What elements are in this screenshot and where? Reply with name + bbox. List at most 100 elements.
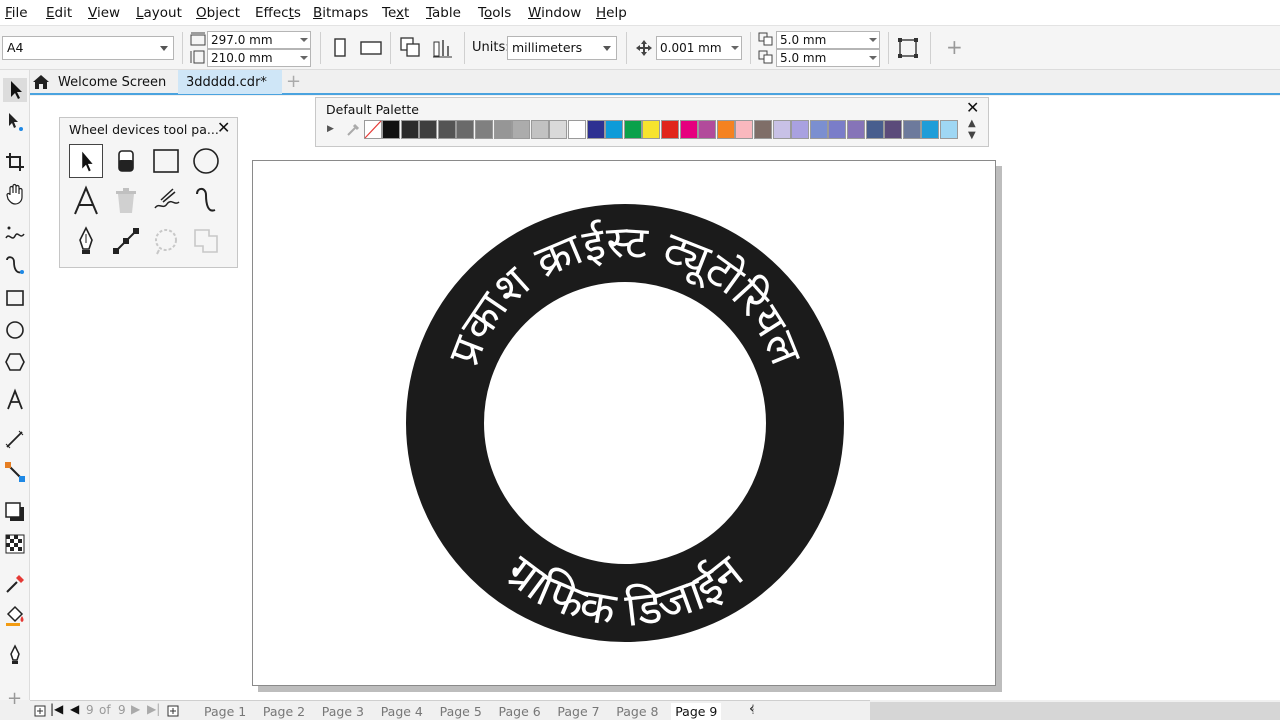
page-tab[interactable]: Page 2 xyxy=(259,703,309,720)
menu-help[interactable]: Help xyxy=(596,5,627,21)
scroll-up-icon[interactable]: ▲ xyxy=(968,118,976,129)
shape-tool-icon[interactable] xyxy=(3,110,27,134)
add-page-before-icon[interactable] xyxy=(34,705,46,717)
color-swatch[interactable] xyxy=(419,120,438,139)
tab-document[interactable]: 3ddddd.cdr* xyxy=(178,70,282,94)
color-swatch[interactable] xyxy=(847,120,865,139)
page-tab[interactable]: Page 7 xyxy=(553,703,603,720)
lasso-icon[interactable] xyxy=(149,224,183,258)
color-swatch[interactable] xyxy=(828,120,847,139)
artwork[interactable]: प्रकाश क्राईस्ट ट्यूटोरियल ग्राफिक डिजाई… xyxy=(253,161,995,685)
color-swatch[interactable] xyxy=(902,120,921,139)
spin-icon[interactable] xyxy=(299,33,309,47)
ellipse-icon[interactable] xyxy=(189,144,223,178)
color-swatch[interactable] xyxy=(940,120,958,139)
new-tab-icon[interactable]: + xyxy=(286,71,301,92)
color-swatch[interactable] xyxy=(605,120,624,139)
page-tab[interactable]: Page 4 xyxy=(377,703,427,720)
portrait-icon[interactable] xyxy=(327,35,353,61)
drop-shadow-tool-icon[interactable] xyxy=(3,500,27,524)
color-swatch[interactable] xyxy=(382,120,400,139)
menu-bitmaps[interactable]: Bitmaps xyxy=(313,5,368,21)
page-tab[interactable]: Page 1 xyxy=(200,703,250,720)
delete-icon[interactable] xyxy=(109,184,143,218)
page-height-field[interactable]: 210.0 mm xyxy=(207,49,311,67)
color-swatch[interactable] xyxy=(772,120,791,139)
crop-tool-icon[interactable] xyxy=(3,150,27,174)
polygon-tool-icon[interactable] xyxy=(3,350,27,374)
next-page-icon[interactable]: ▶ xyxy=(131,702,140,716)
color-swatch[interactable] xyxy=(437,120,456,139)
color-swatch[interactable] xyxy=(549,120,568,139)
add-tool-icon[interactable]: + xyxy=(7,688,22,709)
pick-tool-icon[interactable] xyxy=(3,78,27,102)
color-swatch[interactable] xyxy=(884,120,903,139)
duplicate-x-field[interactable]: 5.0 mm xyxy=(776,31,880,49)
text-icon[interactable] xyxy=(69,184,103,218)
page-tab[interactable]: Page 9 xyxy=(671,703,722,720)
color-swatch[interactable] xyxy=(809,120,828,139)
menu-file[interactable]: File xyxy=(5,5,28,21)
color-swatch[interactable] xyxy=(456,120,475,139)
color-swatch[interactable] xyxy=(754,120,772,139)
page-tab[interactable]: Page 3 xyxy=(318,703,368,720)
eraser-icon[interactable] xyxy=(109,144,143,178)
close-icon[interactable]: ✕ xyxy=(217,120,230,136)
horizontal-scrollbar[interactable] xyxy=(870,702,1280,720)
menu-text[interactable]: Text xyxy=(382,5,409,21)
spin-icon[interactable] xyxy=(868,33,878,47)
pan-tool-icon[interactable] xyxy=(3,182,27,206)
color-swatch[interactable] xyxy=(530,120,549,139)
color-swatch[interactable] xyxy=(586,120,605,139)
close-icon[interactable]: ✕ xyxy=(966,100,979,116)
ellipse-tool-icon[interactable] xyxy=(3,318,27,342)
rectangle-tool-icon[interactable] xyxy=(3,286,27,310)
eyedropper-tool-icon[interactable] xyxy=(3,572,27,596)
color-swatch[interactable] xyxy=(512,120,531,139)
artistic-media-icon[interactable] xyxy=(149,184,183,218)
color-swatch[interactable] xyxy=(735,120,754,139)
menu-effects[interactable]: Effects xyxy=(255,5,301,21)
eyedropper-icon[interactable] xyxy=(345,122,361,138)
color-swatch[interactable] xyxy=(679,120,698,139)
add-page-after-icon[interactable] xyxy=(167,705,179,717)
pen-icon[interactable] xyxy=(69,224,103,258)
spin-icon[interactable] xyxy=(868,51,878,65)
tab-welcome-screen[interactable]: Welcome Screen xyxy=(50,70,174,94)
color-swatch[interactable] xyxy=(475,120,493,139)
color-swatch[interactable] xyxy=(661,120,679,139)
scroll-down-icon[interactable]: ▼ xyxy=(968,130,976,141)
pick-icon[interactable] xyxy=(69,144,103,178)
color-swatch[interactable] xyxy=(642,120,661,139)
parallel-dimension-tool-icon[interactable] xyxy=(3,428,27,452)
page-tab[interactable]: Page 6 xyxy=(495,703,545,720)
color-swatch[interactable] xyxy=(921,120,940,139)
nudge-distance-field[interactable]: 0.001 mm xyxy=(656,36,742,60)
text-tool-icon[interactable] xyxy=(3,388,27,412)
color-swatch[interactable] xyxy=(791,120,810,139)
color-swatch[interactable] xyxy=(568,120,586,139)
page-size-select[interactable]: A4 xyxy=(2,36,174,60)
spin-icon[interactable] xyxy=(299,51,309,65)
menu-view[interactable]: View xyxy=(88,5,120,21)
all-pages-icon[interactable] xyxy=(398,35,424,61)
first-page-icon[interactable]: |◀ xyxy=(50,702,63,716)
add-icon[interactable]: + xyxy=(946,35,963,59)
no-color-swatch[interactable] xyxy=(364,120,382,139)
color-swatch[interactable] xyxy=(400,120,419,139)
weld-icon[interactable] xyxy=(189,224,223,258)
menu-tools[interactable]: Tools xyxy=(478,5,511,21)
home-icon[interactable] xyxy=(32,74,50,90)
last-page-icon[interactable]: ▶| xyxy=(147,702,160,716)
line-icon[interactable] xyxy=(109,224,143,258)
menu-window[interactable]: Window xyxy=(528,5,581,21)
current-page-icon[interactable] xyxy=(430,35,456,61)
page[interactable]: प्रकाश क्राईस्ट ट्यूटोरियल ग्राफिक डिजाई… xyxy=(252,160,996,686)
color-swatch[interactable] xyxy=(716,120,735,139)
rectangle-icon[interactable] xyxy=(149,144,183,178)
units-select[interactable]: millimeters xyxy=(507,36,617,60)
page-width-field[interactable]: 297.0 mm xyxy=(207,31,311,49)
connector-tool-icon[interactable] xyxy=(3,460,27,484)
color-swatch[interactable] xyxy=(623,120,642,139)
bezier-icon[interactable] xyxy=(189,184,223,218)
